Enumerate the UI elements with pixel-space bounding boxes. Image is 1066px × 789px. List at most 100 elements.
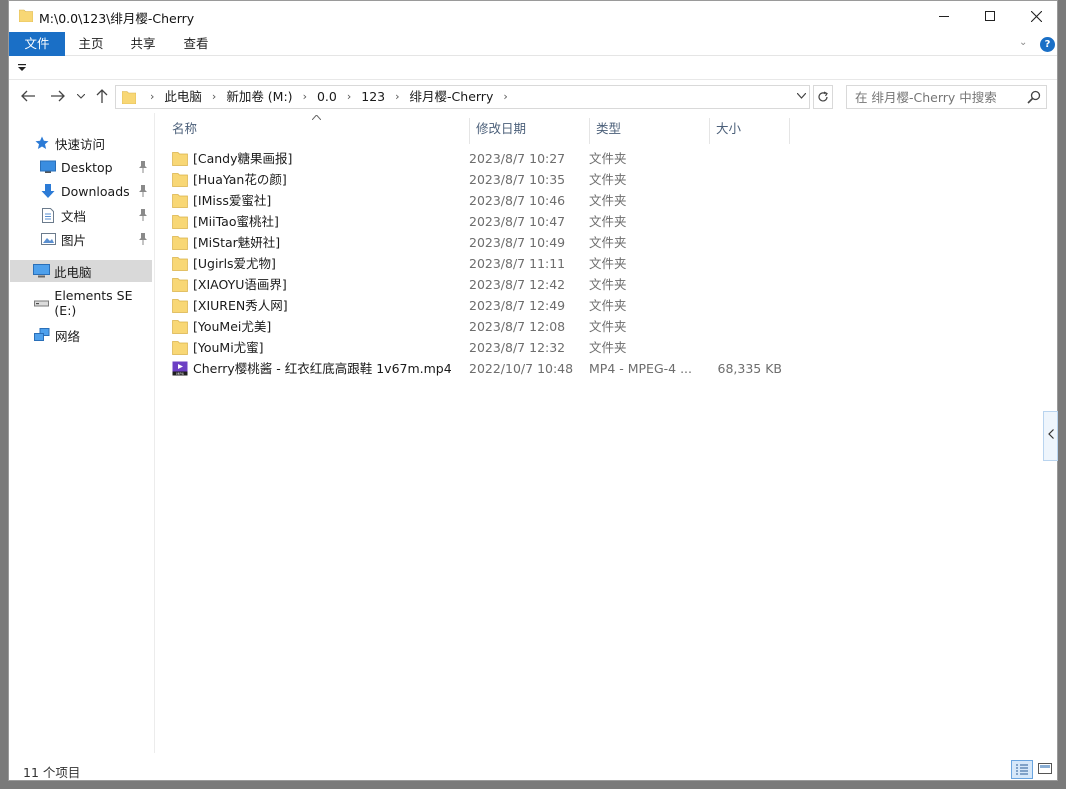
tab-share[interactable]: 共享 [121,32,165,56]
arrow-right-icon [51,90,65,102]
file-type: 文件夹 [589,319,627,334]
address-row: › 此电脑 › 新加卷 (M:) › 0.0 › 123 › 绯月樱-Cherr… [9,83,1057,111]
pin-icon[interactable] [137,160,149,174]
maximize-icon [985,11,995,21]
breadcrumb-drive[interactable]: 新加卷 (M:) [222,86,296,108]
file-name: [IMiss爱蜜社] [193,193,272,208]
file-type: 文件夹 [589,256,627,271]
table-row[interactable]: [XIAOYU语画界] 2023/8/7 12:42 文件夹 [172,274,792,295]
preview-pane-toggle[interactable] [1043,411,1058,461]
nav-item-desktop[interactable]: Desktop [9,156,155,178]
table-row[interactable]: MP4 Cherry樱桃酱 - 红衣红底高跟鞋 1v67m.mp4 2022/10/… [172,358,792,379]
minimize-button[interactable] [921,1,967,31]
back-button[interactable] [17,85,39,107]
picture-icon [39,231,57,247]
file-date: 2023/8/7 10:27 [469,151,566,166]
refresh-button[interactable] [813,85,833,109]
recent-locations-button[interactable] [70,85,92,107]
table-row[interactable]: [IMiss爱蜜社] 2023/8/7 10:46 文件夹 [172,190,792,211]
table-row[interactable]: [MiStar魅妍社] 2023/8/7 10:49 文件夹 [172,232,792,253]
breadcrumb-folder-0-0[interactable]: 0.0 [313,86,341,108]
mp4-file-icon: MP4 [172,361,188,376]
table-row[interactable]: [Ugirls爱尤物] 2023/8/7 11:11 文件夹 [172,253,792,274]
file-date: 2023/8/7 10:35 [469,172,566,187]
search-box[interactable] [846,85,1047,109]
forward-button[interactable] [47,85,69,107]
search-input[interactable] [847,86,1022,108]
large-icons-view-button[interactable] [1035,760,1055,779]
chevron-down-icon [77,93,85,99]
folder-icon [172,277,188,292]
help-icon[interactable]: ? [1040,37,1055,52]
file-name: [MiiTao蜜桃社] [193,214,279,229]
pin-icon[interactable] [137,208,149,222]
table-row[interactable]: [XIUREN秀人网] 2023/8/7 12:49 文件夹 [172,295,792,316]
column-header-type[interactable]: 类型 [590,118,710,144]
nav-item-label: Desktop [61,159,113,175]
breadcrumb-current-folder[interactable]: 绯月樱-Cherry [406,86,498,108]
breadcrumb-chevron-icon[interactable]: › [497,86,513,108]
breadcrumb-chevron-icon[interactable]: › [389,86,405,108]
table-row[interactable]: [Candy糖果画报] 2023/8/7 10:27 文件夹 [172,148,792,169]
desktop-icon [39,159,57,175]
folder-icon [172,340,188,355]
nav-item-label: 快速访问 [55,136,106,152]
maximize-button[interactable] [967,1,1013,31]
table-row[interactable]: [MiiTao蜜桃社] 2023/8/7 10:47 文件夹 [172,211,792,232]
up-button[interactable] [91,85,113,107]
pin-icon[interactable] [137,232,149,246]
nav-item-this-pc[interactable]: 此电脑 [10,260,152,282]
table-row[interactable]: [HuaYan花の颜] 2023/8/7 10:35 文件夹 [172,169,792,190]
breadcrumb-chevron-icon[interactable]: › [297,86,313,108]
column-header-date[interactable]: 修改日期 [470,118,590,144]
customize-toolbar-dropdown-icon[interactable] [18,64,26,72]
nav-item-pictures[interactable]: 图片 [9,228,155,250]
nav-item-network[interactable]: 网络 [9,324,155,346]
arrow-up-icon [96,89,108,103]
file-date: 2023/8/7 12:42 [469,277,566,292]
folder-icon [172,172,188,187]
table-row[interactable]: [YouMei尤美] 2023/8/7 12:08 文件夹 [172,316,792,337]
status-bar: 11 个项目 [9,758,1057,780]
folder-icon [172,193,188,208]
tab-file[interactable]: 文件 [9,32,65,56]
folder-icon [172,151,188,166]
tab-view[interactable]: 查看 [174,32,218,56]
breadcrumb-chevron-icon[interactable]: › [206,86,222,108]
breadcrumb-chevron-icon[interactable]: › [341,86,357,108]
file-date: 2023/8/7 10:47 [469,214,566,229]
tab-home[interactable]: 主页 [69,32,113,56]
file-name: [Candy糖果画报] [193,151,293,166]
search-icon[interactable] [1027,90,1041,104]
folder-icon [172,298,188,313]
column-header-size[interactable]: 大小 [710,118,790,144]
nav-item-downloads[interactable]: Downloads [9,180,155,202]
title-bar[interactable]: M:\0.0\123\绯月樱-Cherry [9,1,1057,31]
details-view-icon [1016,764,1028,775]
breadcrumb-folder-123[interactable]: 123 [357,86,389,108]
nav-item-label: 此电脑 [54,264,92,280]
nav-item-label: 文档 [61,208,87,224]
nav-item-quick-access[interactable]: 快速访问 [9,132,155,154]
breadcrumb-chevron-icon[interactable]: › [144,86,160,108]
expand-ribbon-chevron-icon[interactable]: ⌄ [1019,37,1027,48]
close-button[interactable] [1013,1,1059,31]
address-history-dropdown[interactable] [793,86,809,108]
file-type: 文件夹 [589,151,627,166]
column-header-name[interactable]: 名称 [166,118,470,144]
nav-item-drive-e[interactable]: Elements SE (E:) [9,288,155,318]
breadcrumb: › 此电脑 › 新加卷 (M:) › 0.0 › 123 › 绯月樱-Cherr… [144,86,514,108]
details-view-button[interactable] [1011,760,1033,779]
address-bar[interactable]: › 此电脑 › 新加卷 (M:) › 0.0 › 123 › 绯月樱-Cherr… [115,85,810,109]
folder-icon [122,91,136,104]
drive-icon [33,295,50,311]
star-icon [33,135,51,151]
computer-icon [32,263,50,279]
arrow-left-icon [21,90,35,102]
document-icon [39,207,57,223]
table-row[interactable]: [YouMi尤蜜] 2023/8/7 12:32 文件夹 [172,337,792,358]
pin-icon[interactable] [137,184,149,198]
nav-item-documents[interactable]: 文档 [9,204,155,226]
file-date: 2022/10/7 10:48 [469,361,574,376]
breadcrumb-this-pc[interactable]: 此电脑 [160,86,206,108]
